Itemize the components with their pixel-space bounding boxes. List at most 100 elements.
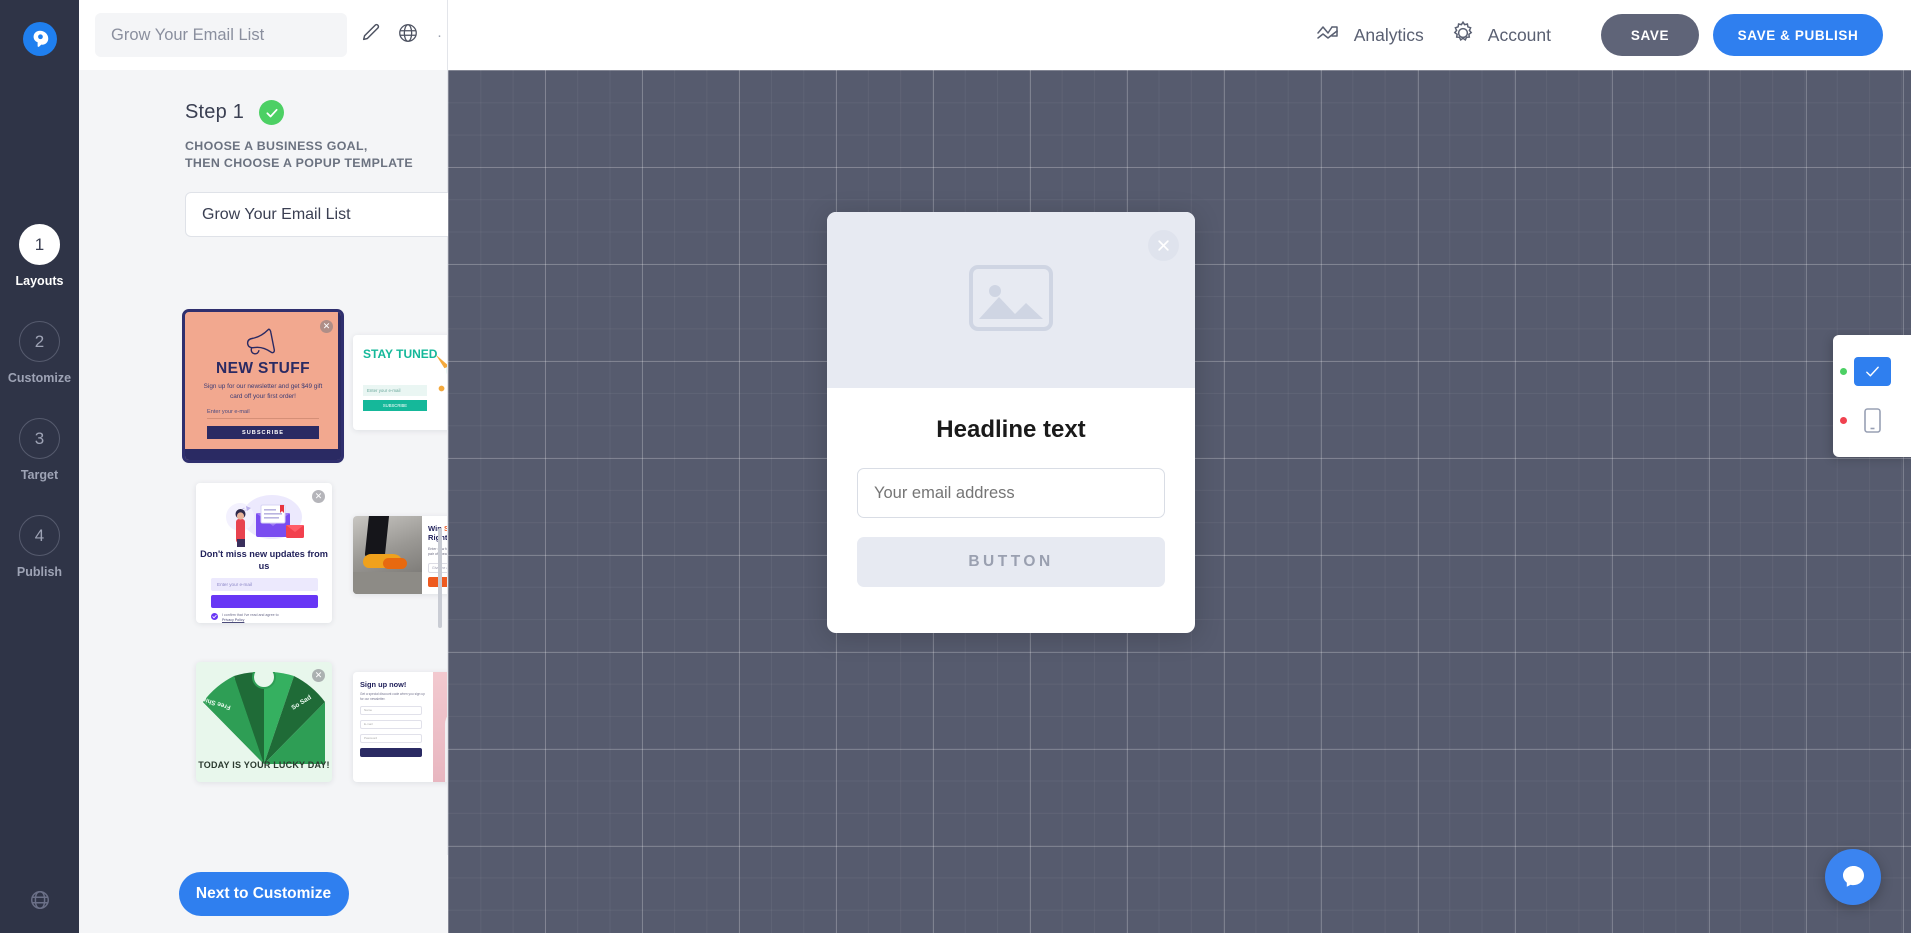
step-label-publish: Publish	[17, 565, 62, 579]
desktop-status-dot	[1840, 368, 1847, 375]
popup-email-input[interactable]	[857, 468, 1165, 518]
template-card-new-stuff[interactable]: ✕ NEW STUFF Sign up for our newsletter a…	[185, 312, 341, 460]
template-bottom-bar	[185, 449, 341, 460]
template-card-dont-miss-updates[interactable]: ✕	[196, 483, 332, 623]
popup-close-icon[interactable]	[1148, 230, 1179, 261]
help-icon[interactable]	[0, 889, 79, 911]
template-card-lucky-wheel[interactable]: ✕ Free	[196, 662, 332, 782]
spin-wheel-icon: Free Shipping So Sad	[203, 672, 325, 764]
template-consent-row: I confirm that I've read and agree to Pr…	[211, 613, 279, 623]
step-number-1: 1	[19, 224, 60, 265]
template-title: Don't miss new updates from us	[196, 549, 332, 572]
popup-body: Headline text BUTTON	[827, 388, 1195, 587]
step-number-4: 4	[19, 515, 60, 556]
account-nav-item[interactable]: Account	[1450, 20, 1551, 51]
step-number-2: 2	[19, 321, 60, 362]
panel-header: ·	[79, 0, 447, 70]
check-icon	[211, 613, 218, 620]
field-label: E-mail	[361, 721, 421, 726]
gear-icon	[1450, 20, 1476, 51]
panel-footer: Next to Customize	[79, 855, 448, 933]
template-card-stay-tuned[interactable]: ✕ STAY TUNED Enter your e-mail SUBSCRIBE	[353, 335, 447, 430]
save-and-publish-button[interactable]: SAVE & PUBLISH	[1713, 14, 1883, 56]
template-card-win-sneakers[interactable]: ✕ Win SneakersRight Now! Enter now for y…	[353, 516, 447, 594]
close-icon[interactable]: ✕	[312, 490, 325, 503]
sidebar-item-publish[interactable]: 4 Publish	[17, 515, 62, 579]
panel-body: Step 1 CHOOSE A BUSINESS GOAL, THEN CHOO…	[79, 70, 447, 933]
panel-header-icons: ·	[360, 22, 442, 49]
popupsmart-logo-icon[interactable]	[23, 22, 57, 56]
step-label-layouts: Layouts	[16, 274, 64, 288]
template-description: Get a special discount code when you sig…	[360, 692, 426, 701]
close-icon[interactable]: ✕	[312, 669, 325, 682]
top-bar: Analytics Account SAVE SAVE & PUBLISH	[448, 0, 1911, 70]
template-field-password: Password	[360, 734, 422, 743]
privacy-policy-link: Privacy Policy	[222, 618, 244, 622]
template-copy: Sign up now! Get a special discount code…	[353, 672, 433, 782]
chat-bubble-icon[interactable]	[1825, 849, 1881, 905]
device-switcher	[1833, 335, 1911, 457]
device-option-desktop[interactable]	[1833, 347, 1911, 396]
template-title: NEW STUFF	[185, 360, 341, 378]
left-panel: · Step 1 CHOOSE A BUSINESS GOAL, THEN CH…	[79, 0, 448, 933]
person-body-shape	[445, 710, 447, 782]
left-nav-rail: 1 Layouts 2 Customize 3 Target 4 Publish	[0, 0, 79, 933]
editor-canvas[interactable]: Headline text BUTTON	[448, 70, 1911, 933]
campaign-name-input[interactable]	[95, 13, 347, 57]
next-to-customize-button[interactable]: Next to Customize	[179, 872, 349, 916]
consent-label: I confirm that I've read and agree to	[222, 613, 279, 617]
template-list-scroll[interactable]: ✕ NEW STUFF Sign up for our newsletter a…	[79, 290, 447, 855]
template-cta-button: SUBSCRIBE	[363, 400, 427, 411]
close-icon[interactable]: ✕	[320, 320, 333, 333]
popup-image-area[interactable]	[827, 212, 1195, 388]
analytics-nav-item[interactable]: Analytics	[1316, 20, 1424, 51]
step-number-3: 3	[19, 418, 60, 459]
template-scrollbar[interactable]	[438, 528, 442, 628]
globe-icon[interactable]	[397, 22, 419, 49]
sidebar-item-customize[interactable]: 2 Customize	[8, 321, 71, 385]
sidebar-item-layouts[interactable]: 1 Layouts	[16, 224, 64, 288]
title-accent: Sneakers	[444, 524, 447, 533]
template-cta-button	[360, 748, 422, 757]
app-root: 1 Layouts 2 Customize 3 Target 4 Publish	[0, 0, 1911, 933]
popup-cta-button[interactable]: BUTTON	[857, 537, 1165, 587]
template-card-sign-up-now[interactable]: ✕ Sign up now! Get a special discount co…	[353, 672, 447, 782]
business-goal-value: Grow Your Email List	[202, 206, 351, 224]
popup-preview[interactable]: Headline text BUTTON	[827, 212, 1195, 633]
field-label: Password	[361, 735, 421, 740]
template-input-placeholder: Enter your e-mail	[207, 409, 250, 415]
template-title: Sign up now!	[360, 680, 426, 689]
template-cta-button: SUBSCRIBE	[207, 426, 319, 439]
step-title-row: Step 1	[79, 100, 447, 125]
illustration-icon	[216, 491, 312, 547]
template-field-name: Name	[360, 706, 422, 715]
popup-headline[interactable]: Headline text	[857, 416, 1165, 444]
device-option-mobile[interactable]	[1833, 396, 1911, 445]
megaphone-icon	[242, 326, 284, 361]
sneaker-photo	[353, 516, 422, 594]
image-placeholder-icon	[969, 265, 1053, 336]
template-cta-button	[211, 595, 318, 608]
model-photo	[433, 672, 447, 782]
desktop-monitor-icon	[1854, 357, 1891, 386]
template-description: Sign up for our newsletter and get $49 g…	[185, 382, 341, 401]
header-dot-separator: ·	[437, 27, 442, 44]
step-label-customize: Customize	[8, 371, 71, 385]
template-input-placeholder: Enter your e-mail	[363, 385, 427, 396]
template-grid: ✕ NEW STUFF Sign up for our newsletter a…	[79, 290, 447, 855]
template-caption: TODAY IS YOUR LUCKY DAY!	[196, 760, 332, 770]
step-label-target: Target	[21, 468, 58, 482]
pencil-edit-icon[interactable]	[360, 22, 382, 49]
template-title: STAY TUNED	[363, 348, 437, 361]
sidebar-item-target[interactable]: 3 Target	[19, 418, 60, 482]
template-field-email: E-mail	[360, 720, 422, 729]
check-circle-icon	[259, 100, 284, 125]
illustration-icon	[428, 345, 447, 403]
shoe-accent-shape	[383, 558, 407, 569]
account-label: Account	[1488, 25, 1551, 46]
save-button[interactable]: SAVE	[1601, 14, 1699, 56]
analytics-label: Analytics	[1354, 25, 1424, 46]
leg-shape	[365, 516, 390, 559]
template-input-underline	[207, 418, 319, 419]
template-copy: Win SneakersRight Now! Enter now for you…	[422, 516, 447, 594]
